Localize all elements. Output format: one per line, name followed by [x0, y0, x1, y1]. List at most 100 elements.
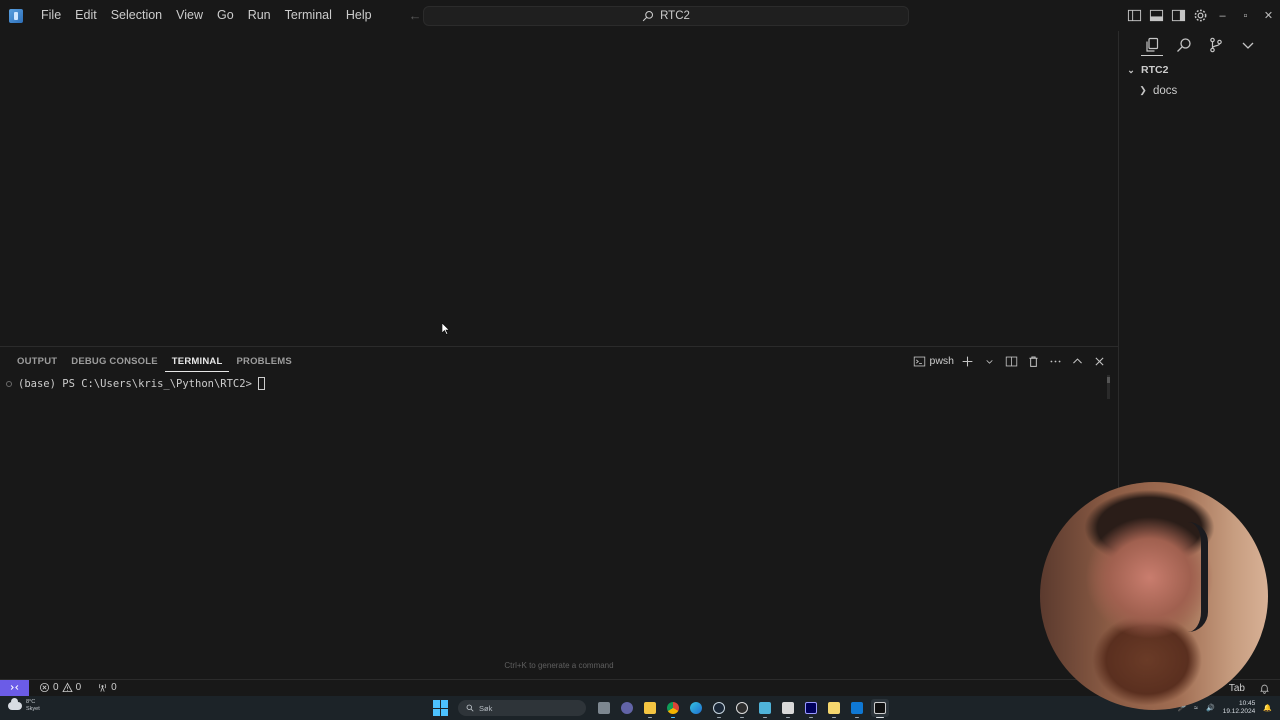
task-view-button[interactable] [595, 699, 613, 717]
document-icon [782, 702, 794, 714]
clock[interactable]: 10:45 19.12.2024 [1223, 700, 1256, 716]
teams-icon [621, 702, 633, 714]
notification-bell-icon[interactable]: 🔔 [1263, 704, 1272, 712]
premiere-pro-app[interactable] [802, 699, 820, 718]
files-icon [1146, 37, 1159, 52]
search-icon [466, 704, 474, 712]
tab-explorer[interactable] [1141, 34, 1163, 56]
terminal-scrollbar[interactable] [1107, 375, 1110, 399]
warning-icon [61, 682, 73, 693]
explorer-root-folder[interactable]: ⌄ RTC2 [1119, 59, 1280, 81]
terminal-prompt-line[interactable]: (base) PS C:\Users\kris_\Python\RTC2> [6, 377, 265, 390]
toggle-panel-button[interactable] [1145, 5, 1167, 27]
gear-icon [1194, 9, 1206, 22]
headset [1188, 522, 1208, 632]
tab-search[interactable] [1173, 34, 1195, 56]
taskbar-search-input[interactable]: Søk [458, 700, 586, 716]
cloud-icon [8, 698, 22, 710]
menu-terminal[interactable]: Terminal [278, 0, 339, 31]
command-center-text: RTC2 [660, 10, 690, 22]
remote-indicator-button[interactable] [0, 679, 29, 696]
menu-edit[interactable]: Edit [68, 0, 104, 31]
tab-source-control[interactable] [1205, 34, 1227, 56]
terminal-profile-button[interactable]: pwsh [913, 351, 954, 371]
plus-icon [962, 356, 972, 366]
teams-app[interactable] [618, 699, 636, 717]
sidebar-right-icon [1171, 9, 1185, 22]
volume-icon[interactable]: 🔊 [1206, 704, 1215, 712]
arrow-left-icon[interactable]: ← [409, 8, 422, 23]
menu-go[interactable]: Go [210, 0, 241, 31]
menu-run[interactable]: Run [241, 0, 278, 31]
terminal-app[interactable] [871, 699, 889, 718]
tab-debug-console[interactable]: DEBUG CONSOLE [64, 353, 165, 372]
sticky-notes-app[interactable] [825, 699, 843, 718]
webcam-overlay [1040, 482, 1268, 710]
weather-widget[interactable]: 8°C Skyet [8, 698, 40, 713]
restore-button[interactable]: ▫ [1234, 0, 1257, 31]
broadcast-icon [99, 683, 107, 692]
source-control-icon [1210, 37, 1222, 53]
outlook-app[interactable] [848, 699, 866, 718]
indentation-status[interactable]: Tab [1229, 683, 1245, 694]
kill-terminal-button[interactable] [1024, 351, 1042, 371]
sidebar-left-icon [1127, 9, 1141, 22]
notes-app[interactable] [779, 699, 797, 718]
ports-status[interactable]: 0 [93, 682, 121, 693]
bell-icon[interactable] [1259, 683, 1270, 694]
maximize-panel-button[interactable] [1068, 351, 1086, 371]
editor-area[interactable] [0, 31, 1118, 346]
new-terminal-button[interactable] [958, 351, 976, 371]
tab-problems[interactable]: PROBLEMS [229, 353, 298, 372]
wifi-icon[interactable]: ≈ [1194, 705, 1198, 712]
terminal-dropdown-button[interactable] [980, 351, 998, 371]
terminal-cursor [257, 377, 265, 390]
split-terminal-button[interactable] [1002, 351, 1020, 371]
close-button[interactable]: ✕ [1257, 0, 1280, 31]
ellipsis-icon [1050, 360, 1060, 362]
ports-count: 0 [111, 682, 117, 693]
command-center-search[interactable]: RTC2 [423, 6, 909, 26]
minimize-button[interactable]: – [1211, 0, 1234, 31]
tab-more[interactable] [1237, 34, 1259, 56]
close-panel-button[interactable] [1090, 351, 1108, 371]
steam-app[interactable] [710, 699, 728, 718]
folder-label: docs [1153, 84, 1178, 97]
folder-icon [644, 702, 656, 714]
error-count: 0 [53, 682, 59, 693]
menu-view[interactable]: View [169, 0, 210, 31]
error-icon [39, 682, 50, 693]
panel-bottom-icon [1149, 9, 1163, 22]
weather-description: Skyet [26, 706, 40, 712]
generate-command-hint: Ctrl+K to generate a command [504, 661, 614, 670]
notepad-app[interactable] [756, 699, 774, 718]
settings-button[interactable] [1189, 5, 1211, 27]
menu-selection[interactable]: Selection [104, 0, 169, 31]
explorer-folder-docs[interactable]: ❯ docs [1119, 81, 1280, 100]
toggle-secondary-sidebar-button[interactable] [1167, 5, 1189, 27]
toggle-primary-sidebar-button[interactable] [1123, 5, 1145, 27]
chevron-up-icon [1072, 357, 1082, 363]
menu-help[interactable]: Help [339, 0, 379, 31]
steam-icon [713, 702, 725, 714]
edge-app[interactable] [687, 699, 705, 717]
chrome-app[interactable] [664, 699, 682, 718]
tab-output[interactable]: OUTPUT [10, 353, 64, 372]
sidebar-tabs [1119, 31, 1280, 59]
clock-time: 10:45 [1239, 700, 1256, 707]
more-actions-button[interactable] [1046, 351, 1064, 371]
panel-actions: pwsh [913, 351, 1108, 371]
terminal-profile-label: pwsh [929, 355, 954, 367]
chevron-down-icon [985, 359, 993, 364]
bottom-panel: OUTPUT DEBUG CONSOLE TERMINAL PROBLEMS p… [0, 346, 1118, 679]
tab-terminal[interactable]: TERMINAL [164, 353, 230, 372]
taskbar-apps: Søk [433, 698, 889, 718]
menu-file[interactable]: File [34, 0, 68, 31]
obs-app[interactable] [733, 699, 751, 718]
windows-start-button[interactable] [433, 700, 449, 716]
terminal-prompt: (base) PS C:\Users\kris_\Python\RTC2> [18, 377, 252, 390]
file-explorer-app[interactable] [641, 699, 659, 718]
premiere-pro-icon [805, 702, 817, 714]
problems-status[interactable]: 0 0 [35, 682, 85, 693]
windows-taskbar: 8°C Skyet Søk 🎤 ≈ 🔊 10:45 19.12.2024 🔔 [0, 696, 1280, 720]
